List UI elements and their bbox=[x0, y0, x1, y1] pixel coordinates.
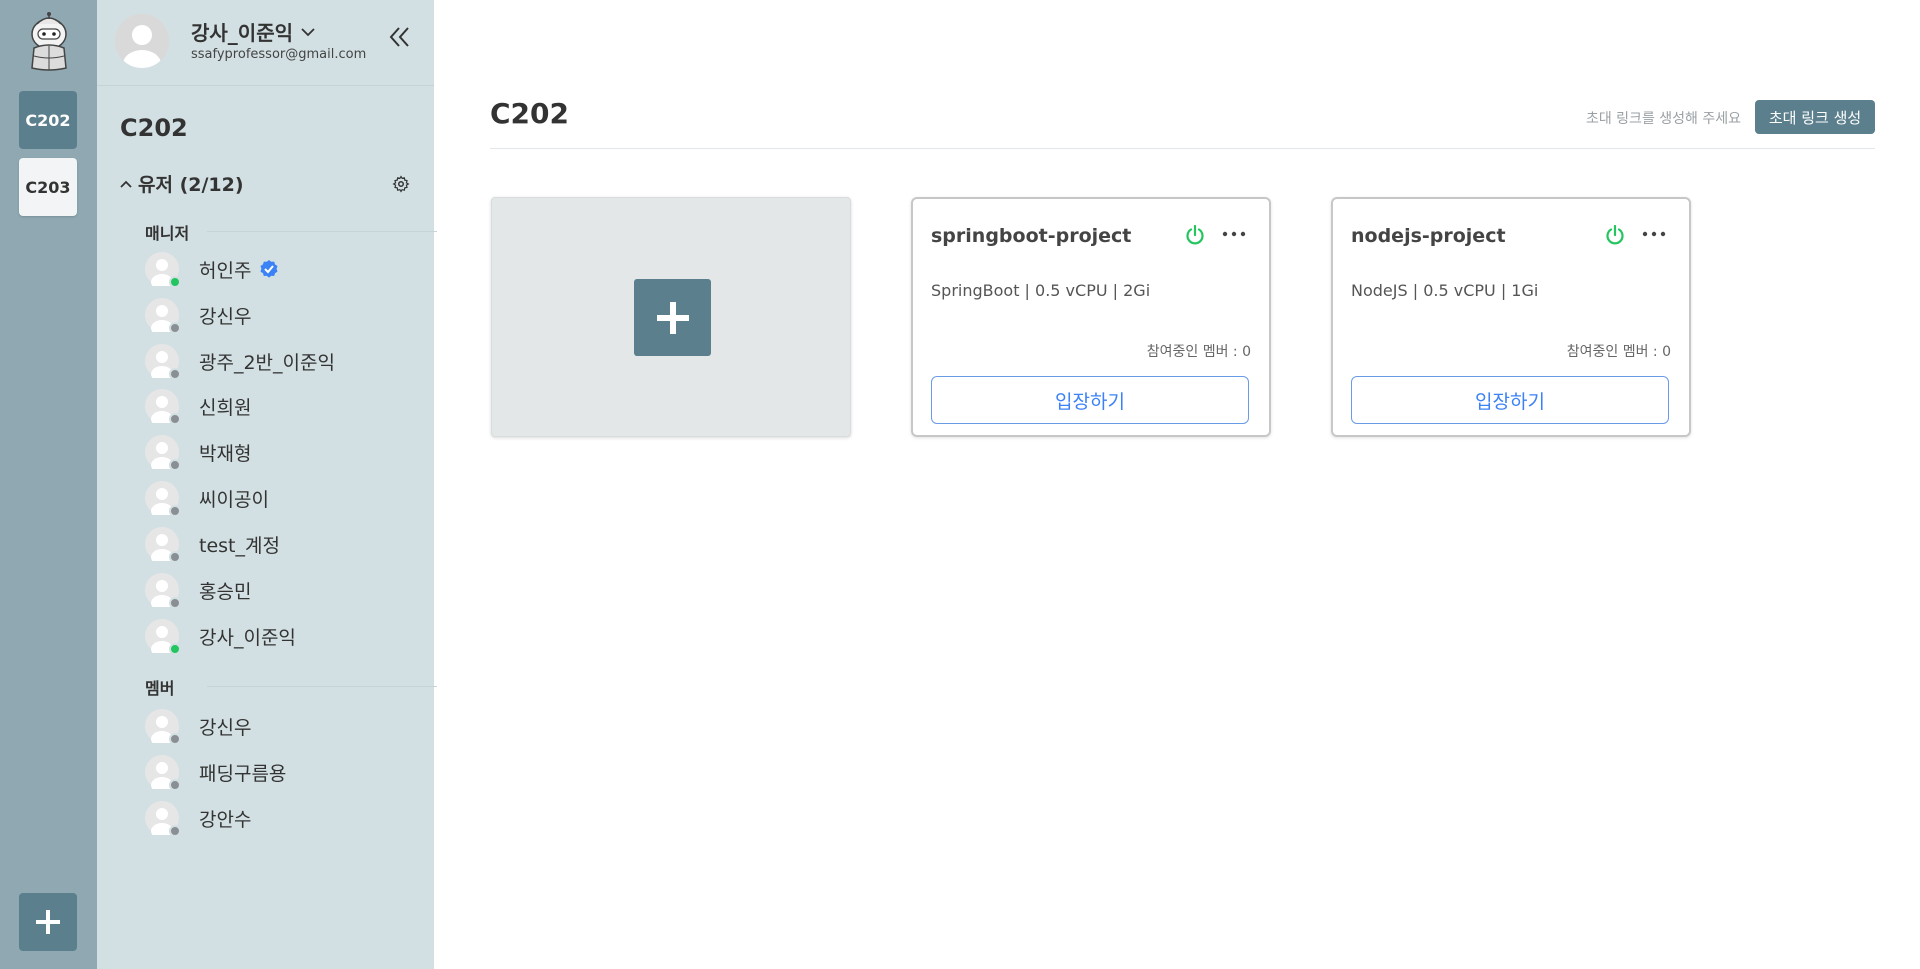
avatar[interactable] bbox=[115, 14, 169, 68]
project-card-springboot: springboot-project SpringBoot | 0.5 vCPU… bbox=[911, 197, 1271, 437]
more-options-icon[interactable] bbox=[1221, 227, 1247, 241]
divider bbox=[490, 148, 1875, 149]
avatar bbox=[145, 344, 181, 380]
avatar bbox=[145, 573, 181, 609]
offline-status-dot bbox=[169, 597, 181, 609]
avatar bbox=[145, 389, 181, 425]
plus-icon bbox=[36, 910, 60, 934]
list-item[interactable]: 신희원 bbox=[145, 386, 415, 426]
plus-icon bbox=[656, 301, 689, 334]
invite-link-hint: 초대 링크를 생성해 주세요 bbox=[1585, 111, 1741, 127]
project-name: nodejs-project bbox=[1351, 225, 1506, 247]
chevron-up-icon bbox=[120, 180, 132, 188]
workspace-rail: C202 C203 bbox=[0, 0, 97, 969]
avatar bbox=[145, 619, 181, 655]
verified-badge-icon bbox=[260, 260, 278, 278]
members-group-title: 멤버 bbox=[145, 679, 175, 698]
enter-project-button[interactable]: 입장하기 bbox=[1351, 376, 1669, 424]
collapse-sidebar-button[interactable] bbox=[387, 24, 413, 50]
list-item[interactable]: 패딩구름용 bbox=[145, 752, 415, 792]
offline-status-dot bbox=[169, 733, 181, 745]
add-project-card[interactable] bbox=[491, 197, 851, 437]
project-member-count: 참여중인 멤버 : 0 bbox=[1566, 344, 1671, 360]
member-name: 허인주 bbox=[199, 259, 252, 282]
gear-icon[interactable] bbox=[392, 174, 410, 193]
list-item[interactable]: 박재형 bbox=[145, 432, 415, 472]
power-icon[interactable] bbox=[1184, 224, 1206, 246]
member-name: 강신우 bbox=[199, 716, 252, 739]
create-invite-link-button[interactable]: 초대 링크 생성 bbox=[1755, 100, 1875, 134]
offline-status-dot bbox=[169, 779, 181, 791]
chevron-down-icon bbox=[301, 27, 315, 36]
project-member-count: 참여중인 멤버 : 0 bbox=[1146, 344, 1251, 360]
member-name: 강사_이준익 bbox=[199, 626, 296, 649]
offline-status-dot bbox=[169, 551, 181, 563]
project-spec: NodeJS | 0.5 vCPU | 1Gi bbox=[1351, 281, 1539, 300]
online-status-dot bbox=[169, 643, 181, 655]
offline-status-dot bbox=[169, 459, 181, 471]
avatar bbox=[145, 801, 181, 837]
avatar bbox=[145, 435, 181, 471]
managers-group-title: 매니저 bbox=[145, 224, 190, 243]
enter-project-button[interactable]: 입장하기 bbox=[931, 376, 1249, 424]
list-item[interactable]: 광주_2반_이준익 bbox=[145, 341, 415, 381]
team-title: C202 bbox=[120, 114, 188, 142]
member-name: 씨이공이 bbox=[199, 488, 269, 511]
offline-status-dot bbox=[169, 505, 181, 517]
divider bbox=[207, 231, 437, 232]
list-item[interactable]: test_계정 bbox=[145, 524, 415, 564]
workspace-button-c202[interactable]: C202 bbox=[19, 91, 77, 149]
avatar bbox=[145, 298, 181, 334]
add-workspace-button[interactable] bbox=[19, 893, 77, 951]
offline-status-dot bbox=[169, 413, 181, 425]
user-menu-toggle[interactable]: 강사_이준익 bbox=[191, 17, 315, 46]
more-options-icon[interactable] bbox=[1641, 227, 1667, 241]
member-name: test_계정 bbox=[199, 534, 280, 557]
power-icon[interactable] bbox=[1604, 224, 1626, 246]
add-project-button[interactable] bbox=[634, 279, 711, 356]
offline-status-dot bbox=[169, 322, 181, 334]
users-section-toggle[interactable]: 유저 (2/12) bbox=[120, 170, 244, 197]
users-section-header: 유저 (2/12) bbox=[120, 170, 410, 197]
avatar bbox=[145, 755, 181, 791]
team-sidebar: 강사_이준익 ssafyprofessor@gmail.com C202 유저 … bbox=[97, 0, 437, 969]
member-name: 홍승민 bbox=[199, 580, 252, 603]
member-name: 박재형 bbox=[199, 442, 252, 465]
offline-status-dot bbox=[169, 825, 181, 837]
offline-status-dot bbox=[169, 368, 181, 380]
project-card-nodejs: nodejs-project NodeJS | 0.5 vCPU | 1Gi 참… bbox=[1331, 197, 1691, 437]
avatar bbox=[145, 709, 181, 745]
user-name: 강사_이준익 bbox=[191, 21, 293, 45]
online-status-dot bbox=[169, 276, 181, 288]
users-label: 유저 (2/12) bbox=[138, 174, 244, 196]
list-item[interactable]: 홍승민 bbox=[145, 570, 415, 610]
app-logo-icon bbox=[24, 12, 74, 72]
double-chevron-left-icon bbox=[389, 27, 409, 47]
list-item[interactable]: 강사_이준익 bbox=[145, 616, 415, 656]
profile-header: 강사_이준익 ssafyprofessor@gmail.com bbox=[97, 0, 434, 86]
project-name: springboot-project bbox=[931, 225, 1132, 247]
avatar bbox=[145, 527, 181, 563]
divider bbox=[207, 686, 437, 687]
avatar bbox=[145, 481, 181, 517]
member-name: 강신우 bbox=[199, 305, 252, 328]
member-name: 신희원 bbox=[199, 396, 252, 419]
list-item[interactable]: 허인주 bbox=[145, 249, 415, 289]
list-item[interactable]: 씨이공이 bbox=[145, 478, 415, 518]
workspace-button-c203[interactable]: C203 bbox=[19, 158, 77, 216]
page-title: C202 bbox=[490, 97, 569, 130]
list-item[interactable]: 강신우 bbox=[145, 295, 415, 335]
user-email: ssafyprofessor@gmail.com bbox=[191, 47, 367, 62]
member-name: 강안수 bbox=[199, 808, 252, 831]
member-name: 광주_2반_이준익 bbox=[199, 351, 335, 374]
list-item[interactable]: 강안수 bbox=[145, 798, 415, 838]
project-spec: SpringBoot | 0.5 vCPU | 2Gi bbox=[931, 281, 1151, 300]
avatar bbox=[145, 252, 181, 288]
list-item[interactable]: 강신우 bbox=[145, 706, 415, 746]
member-name: 패딩구름용 bbox=[199, 762, 287, 785]
